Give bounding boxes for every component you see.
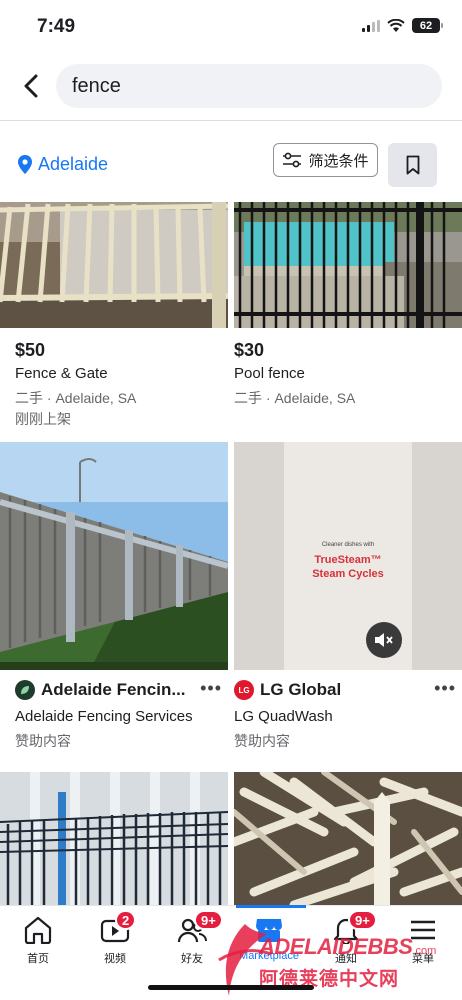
location-selector[interactable]: Adelaide [18, 154, 108, 175]
status-bar: 7:49 62 [0, 0, 462, 58]
tab-label: 菜单 [412, 953, 434, 965]
listing-card[interactable] [234, 772, 462, 905]
listing-location: 二手 · Adelaide, SA [15, 390, 137, 406]
search-query: fence [72, 74, 121, 97]
tab-menu[interactable]: 菜单 [393, 916, 453, 976]
listing-location: 二手 · Adelaide, SA [234, 390, 356, 406]
menu-icon [411, 920, 435, 940]
lg-logo: LG [234, 680, 254, 700]
advertiser-row: LG LG Global [234, 680, 341, 700]
wifi-icon [387, 19, 405, 32]
filter-row: Adelaide 筛选条件 [0, 140, 462, 190]
tab-marketplace[interactable]: Marketplace [239, 916, 299, 976]
sponsored-label: 赞助内容 [234, 733, 290, 749]
search-row: fence [0, 64, 462, 108]
filter-label: 筛选条件 [308, 152, 369, 170]
listing-image [234, 772, 462, 905]
tab-label: 视频 [104, 953, 126, 965]
ad-title: LG QuadWash [234, 708, 333, 725]
tab-friends[interactable]: 好友 9+ [162, 910, 223, 976]
listing-card[interactable]: $30 Pool fence 二手 · Adelaide, SA [234, 202, 462, 432]
status-icons: 62 [362, 18, 443, 33]
ad-headline: TrueSteam™ [314, 554, 382, 566]
location-pin-icon [18, 155, 32, 174]
sponsored-card[interactable]: Adelaide Fencin... ••• Adelaide Fencing … [0, 442, 228, 762]
home-indicator [148, 985, 314, 990]
tab-indicator [236, 905, 306, 908]
listing-price: $50 [15, 340, 46, 360]
advertiser-name: Adelaide Fencin... [41, 680, 186, 699]
sponsored-label: 赞助内容 [15, 733, 71, 749]
location-label: Adelaide [38, 154, 109, 174]
saved-searches-button[interactable] [388, 143, 437, 187]
ad-video: Cleaner dishes with TrueSteam™ Steam Cyc… [234, 442, 462, 670]
advertiser-row: Adelaide Fencin... [15, 680, 186, 700]
back-button[interactable] [18, 72, 44, 100]
ad-small-text: Cleaner dishes with [321, 542, 375, 548]
more-options-icon[interactable]: ••• [200, 678, 222, 699]
tab-video[interactable]: 视频 2 [85, 910, 145, 976]
filter-sliders-icon [283, 152, 302, 168]
listing-card[interactable] [0, 772, 228, 905]
bookmark-icon [406, 155, 419, 175]
tab-label: 首页 [27, 953, 49, 965]
listing-image [0, 202, 228, 328]
tab-label: 通知 [335, 953, 357, 965]
battery-indicator: 62 [412, 18, 443, 33]
mute-button[interactable] [366, 622, 402, 658]
ad-headline-2: Steam Cycles [312, 568, 384, 580]
marketplace-icon [256, 919, 282, 942]
listing-image [234, 202, 462, 328]
listing-price: $30 [234, 340, 265, 360]
listing-title: Fence & Gate [15, 365, 108, 382]
more-options-icon[interactable]: ••• [434, 678, 456, 699]
muted-speaker-icon [375, 633, 393, 647]
listing-time: 刚刚上架 [15, 411, 71, 427]
advertiser-logo [15, 680, 35, 700]
notification-badge: 9+ [348, 910, 377, 930]
signal-icon [362, 19, 380, 32]
ad-title: Adelaide Fencing Services [15, 708, 193, 725]
home-icon [24, 916, 52, 944]
notification-badge: 9+ [194, 910, 223, 930]
header-divider [0, 120, 462, 121]
search-input[interactable]: fence [56, 64, 442, 108]
tab-label: 好友 [181, 953, 203, 965]
status-time: 7:49 [37, 16, 76, 37]
leaf-icon [21, 686, 29, 694]
tab-notifications[interactable]: 通知 9+ [316, 910, 377, 976]
listing-title: Pool fence [234, 365, 305, 382]
notification-badge: 2 [115, 910, 137, 930]
sponsored-card[interactable]: Cleaner dishes with TrueSteam™ Steam Cyc… [234, 442, 462, 762]
listing-image [0, 772, 228, 905]
advertiser-name: LG Global [260, 680, 342, 699]
listing-card[interactable]: $50 Fence & Gate 二手 · Adelaide, SA 刚刚上架 [0, 202, 228, 432]
tab-label: Marketplace [239, 950, 299, 962]
filter-button[interactable]: 筛选条件 [273, 143, 378, 177]
tab-home[interactable]: 首页 [8, 916, 68, 976]
back-arrow-icon [24, 74, 38, 98]
ad-image [0, 442, 228, 670]
